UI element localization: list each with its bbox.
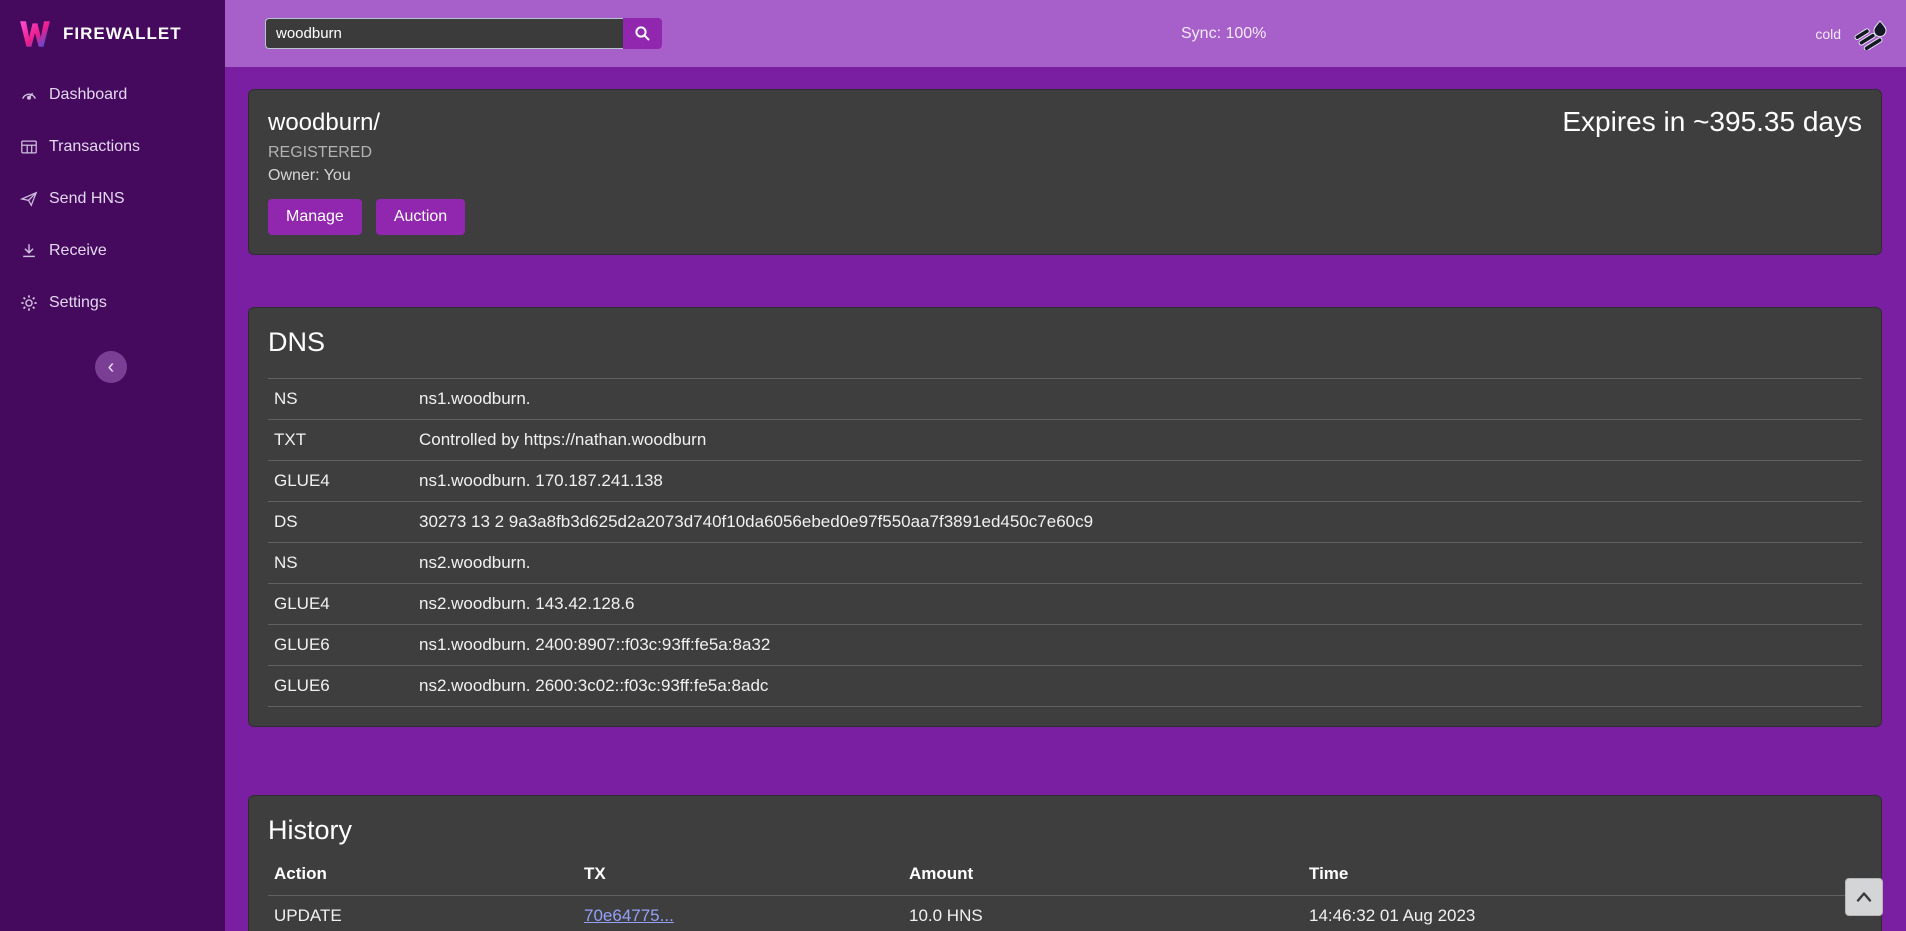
dns-record-row: GLUE4 ns2.woodburn. 143.42.128.6 — [268, 584, 1862, 625]
search-icon — [634, 25, 651, 42]
dns-card: DNS NS ns1.woodburn. TXT Controlled by h… — [248, 307, 1882, 727]
dns-record-type: GLUE6 — [268, 666, 413, 707]
dns-record-type: NS — [268, 543, 413, 584]
domain-expiry: Expires in ~395.35 days — [1562, 106, 1862, 138]
sidebar-item-settings[interactable]: Settings — [0, 277, 225, 329]
chevron-up-icon — [1854, 888, 1874, 906]
dns-record-value: ns1.woodburn. — [413, 379, 1862, 420]
wallet-mode-label: cold — [1815, 26, 1841, 42]
dns-title: DNS — [268, 327, 1862, 358]
dns-record-row: NS ns1.woodburn. — [268, 379, 1862, 420]
sidebar: FIREWALLET Dashboard Transactions — [0, 0, 225, 931]
history-col-tx: TX — [578, 854, 903, 895]
main-content: woodburn/ REGISTERED Owner: You Manage A… — [225, 67, 1906, 931]
history-col-action: Action — [268, 854, 578, 895]
dns-record-row: GLUE6 ns1.woodburn. 2400:8907::f03c:93ff… — [268, 625, 1862, 666]
search-button[interactable] — [623, 18, 662, 49]
dns-record-row: TXT Controlled by https://nathan.woodbur… — [268, 420, 1862, 461]
scroll-to-top-button[interactable] — [1845, 878, 1883, 916]
sidebar-item-receive[interactable]: Receive — [0, 225, 225, 277]
dashboard-icon — [20, 86, 38, 104]
auction-button[interactable]: Auction — [376, 199, 465, 235]
sidebar-item-label: Receive — [49, 242, 107, 260]
sidebar-item-transactions[interactable]: Transactions — [0, 121, 225, 173]
sync-status: Sync: 100% — [1181, 0, 1266, 67]
wallet-mode: cold — [1815, 0, 1892, 67]
search-input[interactable] — [265, 18, 623, 49]
topbar: Sync: 100% cold — [225, 0, 1906, 67]
dns-record-type: GLUE6 — [268, 625, 413, 666]
sidebar-nav: Dashboard Transactions Send HNS — [0, 67, 225, 329]
history-time: 14:46:32 01 Aug 2023 — [1303, 895, 1862, 931]
history-amount: 10.0 HNS — [903, 895, 1303, 931]
gear-icon — [20, 294, 38, 312]
send-icon — [20, 190, 38, 208]
domain-actions: Manage Auction — [268, 199, 1862, 235]
history-col-time: Time — [1303, 854, 1862, 895]
domain-status: REGISTERED — [268, 144, 1862, 162]
dns-record-value: ns2.woodburn. — [413, 543, 1862, 584]
history-action: UPDATE — [268, 895, 578, 931]
history-header-row: Action TX Amount Time — [268, 854, 1862, 895]
domain-card: woodburn/ REGISTERED Owner: You Manage A… — [248, 89, 1882, 255]
brand-name: FIREWALLET — [63, 24, 182, 44]
dns-record-value: ns1.woodburn. 170.187.241.138 — [413, 461, 1862, 502]
dns-record-value: 30273 13 2 9a3a8fb3d625d2a2073d740f10da6… — [413, 502, 1862, 543]
sidebar-item-dashboard[interactable]: Dashboard — [0, 69, 225, 121]
dns-record-type: NS — [268, 379, 413, 420]
dns-record-type: GLUE4 — [268, 584, 413, 625]
history-row: UPDATE 70e64775... 10.0 HNS 14:46:32 01 … — [268, 895, 1862, 931]
history-card: History Action TX Amount Time UPDATE 70e… — [248, 795, 1882, 931]
dns-record-value: ns2.woodburn. 2600:3c02::f03c:93ff:fe5a:… — [413, 666, 1862, 707]
dns-record-row: GLUE4 ns1.woodburn. 170.187.241.138 — [268, 461, 1862, 502]
sidebar-item-label: Transactions — [49, 138, 140, 156]
cold-wallet-hand-icon[interactable] — [1850, 18, 1892, 50]
domain-owner: Owner: You — [268, 167, 1862, 185]
receive-icon — [20, 242, 38, 260]
history-title: History — [268, 815, 1862, 846]
dns-record-value: ns1.woodburn. 2400:8907::f03c:93ff:fe5a:… — [413, 625, 1862, 666]
history-table: Action TX Amount Time UPDATE 70e64775...… — [268, 854, 1862, 931]
dns-record-row: NS ns2.woodburn. — [268, 543, 1862, 584]
dns-record-row: DS 30273 13 2 9a3a8fb3d625d2a2073d740f10… — [268, 502, 1862, 543]
dns-record-value: Controlled by https://nathan.woodburn — [413, 420, 1862, 461]
tx-link[interactable]: 70e64775... — [584, 906, 674, 925]
dns-record-type: TXT — [268, 420, 413, 461]
app-window: FIREWALLET Dashboard Transactions — [0, 0, 1906, 931]
search-bar — [265, 18, 662, 49]
chevron-left-icon: ‹ — [108, 356, 115, 378]
dns-table: NS ns1.woodburn. TXT Controlled by https… — [268, 378, 1862, 707]
sidebar-item-label: Send HNS — [49, 190, 125, 208]
dns-record-value: ns2.woodburn. 143.42.128.6 — [413, 584, 1862, 625]
history-col-amount: Amount — [903, 854, 1303, 895]
manage-button[interactable]: Manage — [268, 199, 362, 235]
sidebar-collapse-button[interactable]: ‹ — [95, 351, 127, 383]
sidebar-item-label: Settings — [49, 294, 107, 312]
dns-record-type: GLUE4 — [268, 461, 413, 502]
transactions-icon — [20, 138, 38, 156]
sidebar-item-send-hns[interactable]: Send HNS — [0, 173, 225, 225]
dns-record-row: GLUE6 ns2.woodburn. 2600:3c02::f03c:93ff… — [268, 666, 1862, 707]
sidebar-item-label: Dashboard — [49, 86, 127, 104]
dns-record-type: DS — [268, 502, 413, 543]
firewallet-logo-icon — [18, 19, 52, 49]
brand: FIREWALLET — [0, 0, 225, 67]
